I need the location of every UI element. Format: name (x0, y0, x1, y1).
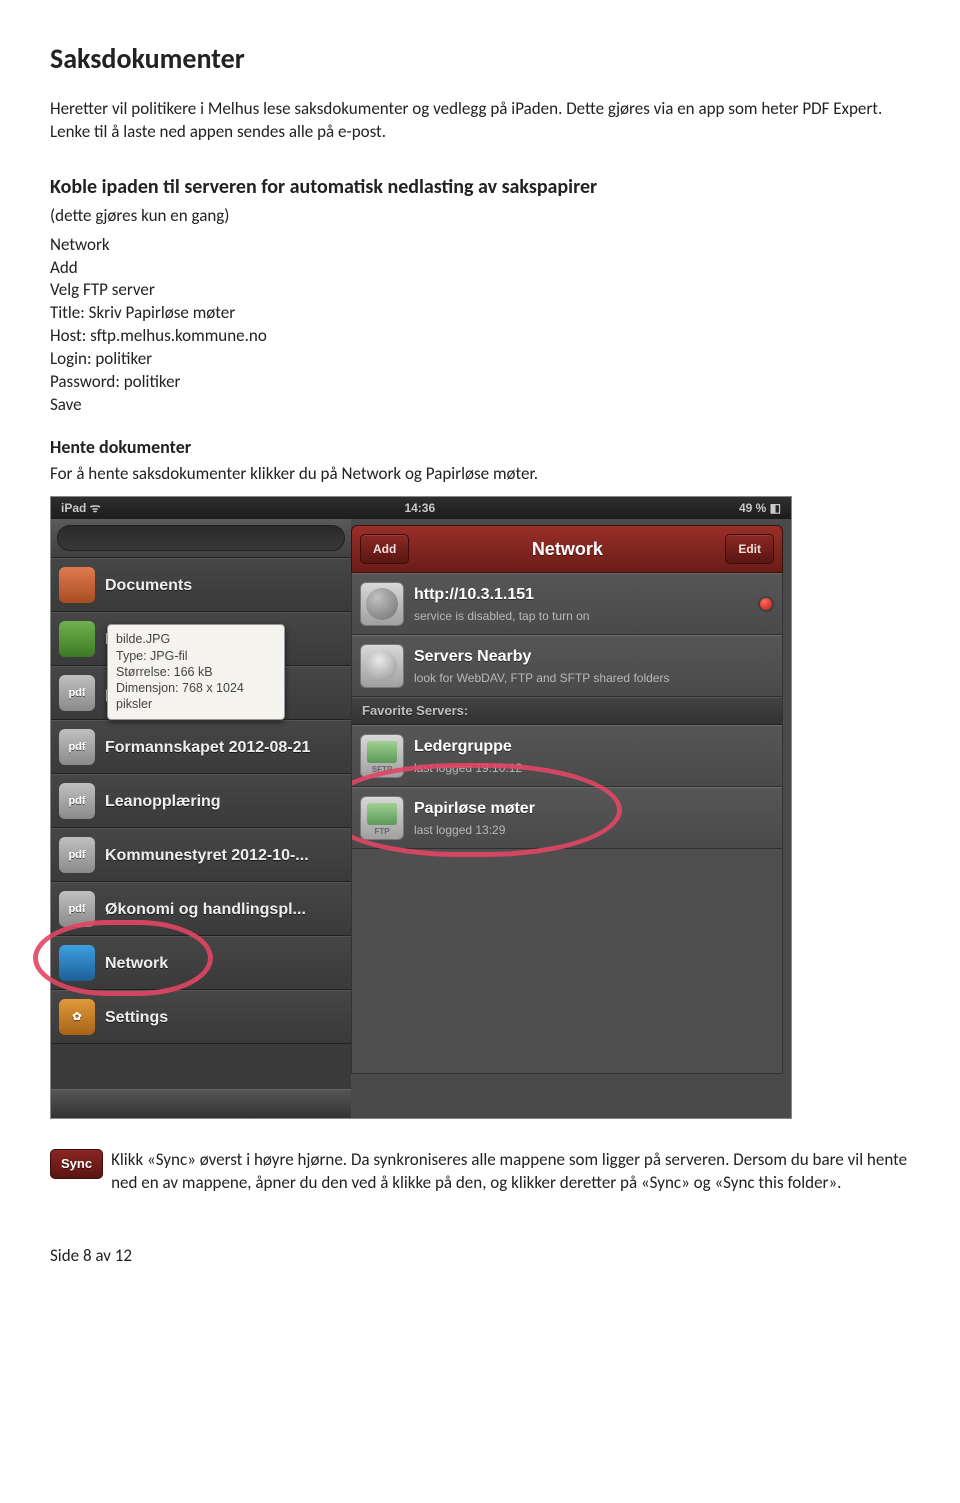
panel-title: Network (532, 537, 603, 561)
server-subtitle: last logged 19.10.12 (414, 760, 522, 776)
pdf-icon: pdf (59, 837, 95, 873)
sync-text-1: Klikk «Sync» øverst i høyre hjørne. Da s… (111, 1149, 729, 1170)
settings-icon: ✿ (59, 999, 95, 1035)
sidebar-item-pdf[interactable]: pdf Økonomi og handlingspl... (51, 882, 351, 936)
app-sidebar: Documents Rece bilde.JPG Type: JPG-fil S… (51, 519, 351, 1118)
status-dot-icon (760, 598, 772, 610)
sidebar-item-label: Settings (105, 1007, 168, 1029)
setup-line: Password: politiker (50, 371, 910, 394)
sync-instructions: Sync Klikk «Sync» øverst i høyre hjørne.… (50, 1149, 910, 1195)
server-title: Servers Nearby (414, 646, 669, 668)
server-icon: SFTP (360, 734, 404, 778)
ipad-screenshot: iPad ᯤ 14:36 49 % ◧ Documents Rece (50, 496, 792, 1119)
status-time: 14:36 (404, 500, 435, 516)
server-row-ledergruppe[interactable]: SFTP Ledergruppe last logged 19.10.12 (352, 725, 782, 787)
setup-line: Velg FTP server (50, 279, 910, 302)
add-button[interactable]: Add (360, 534, 409, 564)
sidebar-item-label: Formannskapet 2012-08-21 (105, 737, 310, 759)
globe-icon (360, 582, 404, 626)
sidebar-item-pdf[interactable]: pdf Formannskapet 2012-08-21 (51, 720, 351, 774)
pdf-icon: pdf (59, 891, 95, 927)
setup-line: Save (50, 394, 910, 417)
sync-button[interactable]: Sync (50, 1149, 103, 1179)
network-panel: Add Network Edit http://10.3.1.151 servi… (351, 519, 791, 1118)
pdf-icon: pdf (59, 729, 95, 765)
server-subtitle: last logged 13:29 (414, 822, 535, 838)
server-title: http://10.3.1.151 (414, 584, 589, 606)
server-subtitle: service is disabled, tap to turn on (414, 608, 589, 624)
network-icon (59, 945, 95, 981)
sidebar-item-label: Network (105, 953, 168, 975)
pdf-icon: pdf (59, 783, 95, 819)
sidebar-item-label: Økonomi og handlingspl... (105, 899, 306, 921)
server-title: Ledergruppe (414, 736, 522, 758)
server-subtitle: look for WebDAV, FTP and SFTP shared fol… (414, 670, 669, 686)
sidebar-item-settings[interactable]: ✿ Settings (51, 990, 351, 1044)
status-left: iPad ᯤ (61, 500, 101, 516)
favorite-servers-label: Favorite Servers: (352, 697, 782, 725)
section-subtext: (dette gjøres kun en gang) (50, 205, 910, 228)
sidebar-item-label: Leanopplæring (105, 791, 221, 813)
server-row-nearby[interactable]: Servers Nearby look for WebDAV, FTP and … (352, 635, 782, 697)
tooltip-line: Størrelse: 166 kB (116, 664, 276, 680)
search-input[interactable] (57, 525, 345, 551)
setup-line: Host: sftp.melhus.kommune.no (50, 325, 910, 348)
sidebar-item-label: Documents (105, 575, 192, 597)
panel-header: Add Network Edit (351, 525, 783, 573)
hente-subtext: For å hente saksdokumenter klikker du på… (50, 463, 910, 486)
sidebar-item-documents[interactable]: Documents (51, 558, 351, 612)
setup-line: Title: Skriv Papirløse møter (50, 302, 910, 325)
status-bar: iPad ᯤ 14:36 49 % ◧ (51, 497, 791, 519)
sidebar-footer (51, 1089, 351, 1118)
pdf-icon: pdf (59, 675, 95, 711)
section-heading-koble: Koble ipaden til serveren for automatisk… (50, 174, 910, 201)
edit-button[interactable]: Edit (725, 534, 774, 564)
page-number: Side 8 av 12 (50, 1245, 910, 1268)
sidebar-item-pdf[interactable]: pdf Leanopplæring (51, 774, 351, 828)
section-heading-hente: Hente dokumenter (50, 435, 910, 459)
file-tooltip: bilde.JPG Type: JPG-fil Størrelse: 166 k… (107, 624, 285, 719)
recents-icon (59, 621, 95, 657)
setup-line: Add (50, 257, 910, 280)
tooltip-line: Dimensjon: 768 x 1024 piksler (116, 680, 276, 713)
server-row-local[interactable]: http://10.3.1.151 service is disabled, t… (352, 573, 782, 635)
intro-paragraph: Heretter vil politikere i Melhus lese sa… (50, 98, 910, 144)
status-battery: 49 % ◧ (739, 500, 781, 516)
setup-line: Network (50, 234, 910, 257)
tooltip-line: bilde.JPG (116, 631, 276, 647)
page-title: Saksdokumenter (50, 40, 910, 78)
search-bar[interactable] (51, 519, 351, 558)
sidebar-item-pdf[interactable]: pdf Kommunestyret 2012-10-... (51, 828, 351, 882)
sidebar-item-label: Kommunestyret 2012-10-... (105, 845, 309, 867)
server-icon: FTP (360, 796, 404, 840)
documents-icon (59, 567, 95, 603)
sidebar-item-network[interactable]: Network (51, 936, 351, 990)
setup-steps: Network Add Velg FTP server Title: Skriv… (50, 234, 910, 418)
dish-icon (360, 644, 404, 688)
setup-line: Login: politiker (50, 348, 910, 371)
server-title: Papirløse møter (414, 798, 535, 820)
server-row-papirlose[interactable]: FTP Papirløse møter last logged 13:29 (352, 787, 782, 849)
tooltip-line: Type: JPG-fil (116, 648, 276, 664)
